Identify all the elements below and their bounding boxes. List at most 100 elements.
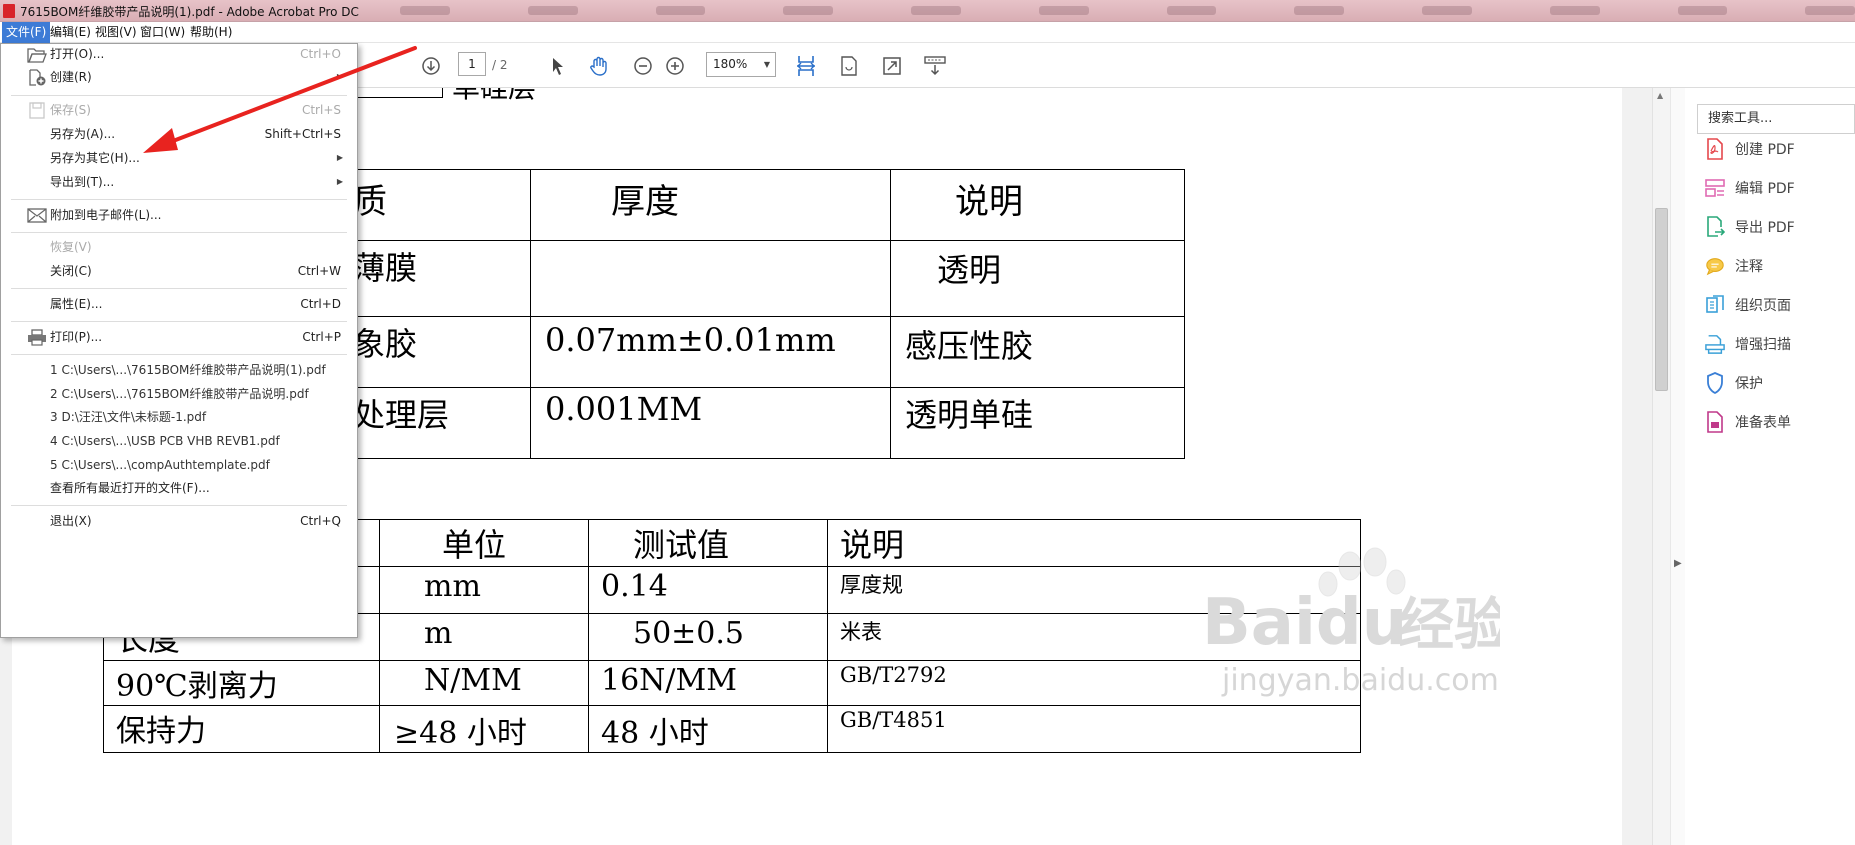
- export-pdf-icon: [1705, 216, 1725, 238]
- menu-item-label: 附加到电子邮件(L)...: [50, 208, 162, 222]
- table-cell: 感压性胶: [890, 316, 1185, 388]
- table-cell: [530, 240, 891, 317]
- menu-item-create[interactable]: 创建(R) ▶: [1, 66, 357, 88]
- next-page-icon[interactable]: [418, 53, 444, 79]
- menu-separator: [11, 232, 347, 233]
- menu-file[interactable]: 文件(F): [2, 22, 51, 43]
- table-cell: 米表: [827, 613, 1361, 661]
- table-cell: 50±0.5: [588, 613, 828, 661]
- scroll-up-icon[interactable]: ▲: [1657, 91, 1663, 100]
- comment-icon: [1705, 255, 1725, 277]
- collapse-pane-icon[interactable]: ▶: [1674, 558, 1682, 569]
- prepare-form-icon: [1705, 411, 1725, 433]
- menu-item-open[interactable]: 打开(O)... Ctrl+O: [1, 43, 357, 65]
- table-cell: 单位: [379, 519, 589, 567]
- menu-item-save-as[interactable]: 另存为(A)... Shift+Ctrl+S: [1, 123, 357, 145]
- tool-comment[interactable]: 注释: [1705, 253, 1763, 279]
- select-cursor-icon[interactable]: [545, 53, 571, 79]
- page-total: / 2: [492, 58, 508, 72]
- table-cell: 0.14: [588, 566, 828, 614]
- recent-file-item[interactable]: 1 C:\Users\...\7615BOM纤维胶带产品说明(1).pdf: [1, 359, 357, 381]
- menu-item-export-to[interactable]: 导出到(T)... ▶: [1, 171, 357, 193]
- table-cell: 0.001MM: [530, 387, 891, 459]
- scrollbar-thumb[interactable]: [1655, 208, 1668, 391]
- window-title: 7615BOM纤维胶带产品说明(1).pdf - Adobe Acrobat P…: [20, 5, 359, 19]
- menu-edit[interactable]: 编辑(E): [46, 22, 95, 43]
- menu-shortcut: Ctrl+Q: [300, 514, 341, 528]
- shield-icon: [1705, 372, 1725, 394]
- create-doc-icon: [29, 69, 46, 86]
- tool-label: 准备表单: [1735, 415, 1791, 431]
- menu-item-save: 保存(S) Ctrl+S: [1, 99, 357, 121]
- tool-edit-pdf[interactable]: 编辑 PDF: [1705, 175, 1795, 201]
- table-cell: GB/T4851: [827, 705, 1361, 753]
- recent-file-item[interactable]: 3 D:\汪汪\文件\未标题-1.pdf: [1, 406, 357, 428]
- tool-export-pdf[interactable]: 导出 PDF: [1705, 214, 1795, 240]
- title-bar: 7615BOM纤维胶带产品说明(1).pdf - Adobe Acrobat P…: [0, 0, 1855, 22]
- zoom-out-icon[interactable]: [630, 53, 656, 79]
- tool-create-pdf[interactable]: 创建 PDF: [1705, 136, 1795, 162]
- menu-separator: [11, 505, 347, 506]
- menu-item-label: 退出(X): [50, 514, 92, 528]
- acrobat-app-icon: [3, 4, 15, 18]
- pane-splitter[interactable]: ▶: [1670, 88, 1685, 845]
- tool-protect[interactable]: 保护: [1705, 370, 1763, 396]
- menu-separator: [11, 288, 347, 289]
- recent-file-item[interactable]: 2 C:\Users\...\7615BOM纤维胶带产品说明.pdf: [1, 383, 357, 405]
- menu-item-label: 保存(S): [50, 103, 91, 117]
- menu-item-print[interactable]: 打印(P)... Ctrl+P: [1, 326, 357, 348]
- page-number-input[interactable]: 1: [458, 52, 486, 76]
- submenu-arrow-icon: ▶: [336, 72, 343, 81]
- menu-item-label: 导出到(T)...: [50, 175, 115, 189]
- menu-view[interactable]: 视图(V): [91, 22, 141, 43]
- menu-item-revert: 恢复(V): [1, 236, 357, 258]
- menu-item-label: 属性(E)...: [50, 297, 103, 311]
- organize-pages-icon: [1705, 294, 1725, 316]
- submenu-arrow-icon: ▶: [336, 177, 343, 186]
- search-tools-input[interactable]: 搜索工具...: [1697, 104, 1855, 134]
- vertical-scrollbar[interactable]: ▲: [1652, 88, 1670, 845]
- menu-item-label: 关闭(C): [50, 264, 92, 278]
- read-mode-icon[interactable]: [922, 53, 948, 79]
- table-cell: 厚度: [530, 169, 891, 241]
- recent-file-label: 5 C:\Users\...\compAuthtemplate.pdf: [50, 458, 270, 472]
- taskbar-tabs-blurred: [400, 6, 1855, 16]
- menu-separator: [11, 321, 347, 322]
- menu-item-label: 打印(P)...: [50, 330, 103, 344]
- tool-enhance-scans[interactable]: 增强扫描: [1705, 331, 1791, 357]
- menu-shortcut: Ctrl+W: [297, 264, 341, 278]
- full-screen-icon[interactable]: [879, 53, 905, 79]
- material-table: 质 厚度 说明 薄膜 透明 象胶 0.07mm±0.01mm 感压性胶 处理层 …: [312, 169, 1185, 459]
- zoom-level-select[interactable]: 180% ▼: [706, 52, 776, 77]
- menu-item-attach-email[interactable]: 附加到电子邮件(L)...: [1, 204, 357, 226]
- menu-bar: 文件(F) 编辑(E) 视图(V) 窗口(W) 帮助(H): [0, 22, 1855, 43]
- menu-item-label: 另存为其它(H)...: [50, 151, 140, 165]
- table-cell: 透明单硅: [890, 387, 1185, 459]
- recent-file-label: 2 C:\Users\...\7615BOM纤维胶带产品说明.pdf: [50, 387, 309, 401]
- menu-item-view-all-recent[interactable]: 查看所有最近打开的文件(F)...: [1, 477, 357, 499]
- fit-width-icon[interactable]: [793, 53, 819, 79]
- table-cell: 0.07mm±0.01mm: [530, 316, 891, 388]
- menu-item-close[interactable]: 关闭(C) Ctrl+W: [1, 260, 357, 282]
- menu-item-label: 查看所有最近打开的文件(F)...: [50, 481, 210, 495]
- recent-file-item[interactable]: 4 C:\Users\...\USB PCB VHB REVB1.pdf: [1, 430, 357, 452]
- menu-item-save-as-other[interactable]: 另存为其它(H)... ▶: [1, 147, 357, 169]
- menu-shortcut: Shift+Ctrl+S: [264, 127, 341, 141]
- recent-file-item[interactable]: 5 C:\Users\...\compAuthtemplate.pdf: [1, 454, 357, 476]
- menu-item-label: 恢复(V): [50, 240, 92, 254]
- menu-help[interactable]: 帮助(H): [186, 22, 236, 43]
- zoom-value: 180%: [713, 57, 748, 71]
- menu-window[interactable]: 窗口(W): [136, 22, 189, 43]
- tool-label: 编辑 PDF: [1735, 181, 1795, 197]
- tool-label: 注释: [1735, 259, 1763, 275]
- top-fragment-text: 单硅层: [452, 88, 536, 106]
- table-cell: 48 小时: [588, 705, 828, 753]
- rotate-page-icon[interactable]: [836, 53, 862, 79]
- tool-organize-pages[interactable]: 组织页面: [1705, 292, 1791, 318]
- menu-item-properties[interactable]: 属性(E)... Ctrl+D: [1, 293, 357, 315]
- enhance-scans-icon: [1705, 333, 1725, 355]
- hand-tool-icon[interactable]: [586, 53, 612, 79]
- menu-item-exit[interactable]: 退出(X) Ctrl+Q: [1, 510, 357, 532]
- tool-prepare-form[interactable]: 准备表单: [1705, 409, 1791, 435]
- zoom-in-icon[interactable]: [662, 53, 688, 79]
